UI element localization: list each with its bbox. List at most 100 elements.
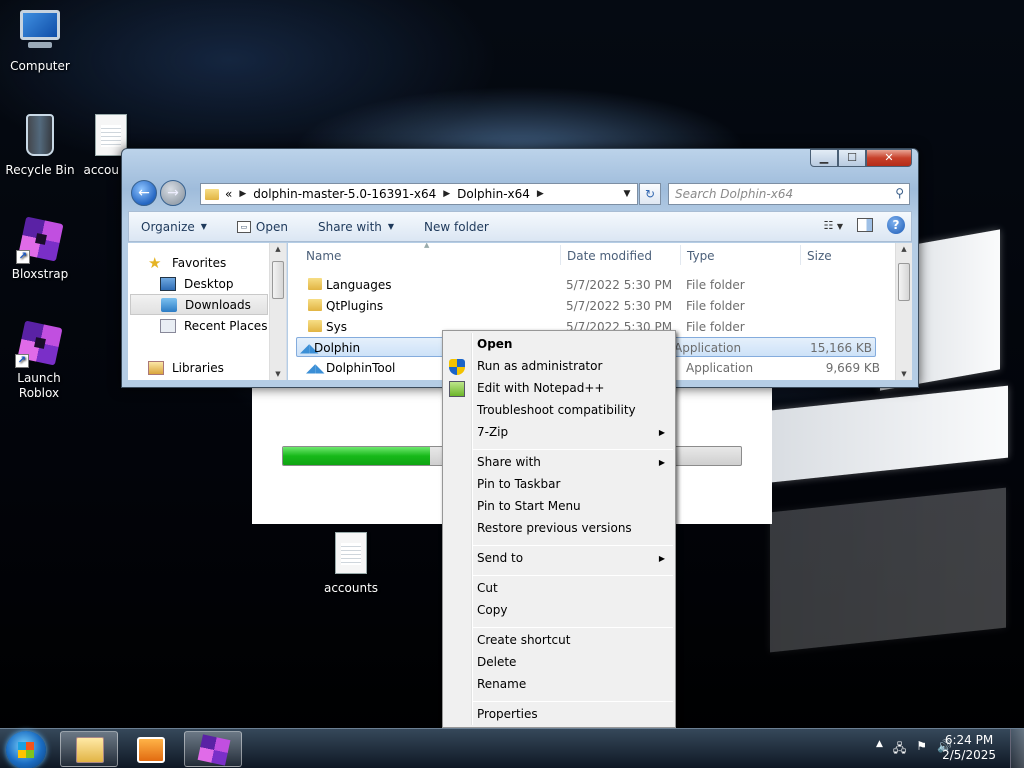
chevron-down-icon: ▼: [387, 222, 395, 231]
file-row[interactable]: QtPlugins 5/7/2022 5:30 PM File folder: [300, 296, 880, 316]
scroll-thumb[interactable]: [272, 261, 284, 299]
menu-copy[interactable]: Copy: [477, 603, 507, 617]
desktop-folder-icon: [160, 276, 176, 291]
menu-pin-start[interactable]: Pin to Start Menu: [477, 499, 581, 513]
window-controls: ▁ ☐ ✕: [810, 149, 912, 167]
column-size[interactable]: Size: [807, 249, 832, 263]
nav-scrollbar[interactable]: ▲ ▼: [269, 243, 286, 380]
desktop-icon-computer[interactable]: Computer: [0, 8, 80, 74]
desktop-icon-accounts[interactable]: accounts: [311, 530, 391, 596]
scroll-down-icon[interactable]: ▼: [896, 370, 912, 378]
maximize-button[interactable]: ☐: [838, 149, 866, 167]
address-overflow[interactable]: «: [225, 187, 232, 201]
new-folder-label: New folder: [424, 219, 489, 234]
menu-edit-notepad[interactable]: Edit with Notepad++: [477, 381, 604, 395]
menu-restore-versions[interactable]: Restore previous versions: [477, 521, 632, 535]
organize-button[interactable]: Organize ▼: [141, 220, 207, 234]
nav-label: Favorites: [172, 255, 227, 270]
back-button[interactable]: ←: [131, 180, 157, 206]
search-input[interactable]: Search Dolphin-x64 ⚲: [668, 183, 910, 205]
details-view-icon: ☷: [823, 218, 834, 232]
chevron-right-icon: ▶: [536, 189, 544, 199]
preview-pane-icon[interactable]: [857, 218, 873, 232]
breadcrumb-segment[interactable]: Dolphin-x64: [457, 187, 530, 201]
minimize-button[interactable]: ▁: [810, 149, 838, 167]
column-name[interactable]: Name: [306, 249, 341, 263]
address-dropdown-icon[interactable]: ▼: [619, 185, 635, 203]
folder-icon: [76, 737, 104, 763]
menu-share-with[interactable]: Share with: [477, 455, 541, 469]
open-label: Open: [255, 219, 288, 234]
clock[interactable]: 6:24 PM 2/5/2025: [942, 733, 996, 763]
search-icon[interactable]: ⚲: [895, 186, 904, 200]
wii-reflection: [770, 487, 1006, 653]
file-row[interactable]: Languages 5/7/2022 5:30 PM File folder: [300, 275, 880, 295]
menu-run-as-admin[interactable]: Run as administrator: [477, 359, 602, 373]
nav-recent-places[interactable]: Recent Places: [160, 315, 268, 336]
desktop-icon-recycle-bin[interactable]: Recycle Bin: [0, 112, 80, 178]
chevron-right-icon: ▶: [443, 189, 451, 199]
menu-7zip[interactable]: 7-Zip: [477, 425, 508, 439]
address-bar[interactable]: « ▶ dolphin-master-5.0-16391-x64 ▶ Dolph…: [200, 183, 638, 205]
action-center-flag-icon[interactable]: ⚑: [916, 739, 927, 760]
network-icon[interactable]: 🖧: [893, 739, 906, 760]
menu-cut[interactable]: Cut: [477, 581, 498, 595]
command-bar: Organize ▼ ▭ Open Share with ▼ New folder ☷…: [128, 211, 912, 242]
menu-send-to[interactable]: Send to: [477, 551, 523, 565]
open-button[interactable]: ▭ Open: [236, 219, 288, 234]
libraries-icon: [148, 360, 164, 375]
menu-troubleshoot[interactable]: Troubleshoot compatibility: [477, 403, 636, 417]
media-player-icon: [137, 737, 165, 763]
chevron-down-icon: ▼: [836, 221, 843, 231]
breadcrumb-segment[interactable]: dolphin-master-5.0-16391-x64: [253, 187, 436, 201]
wii-console-base: [772, 385, 1008, 483]
change-view-button[interactable]: ☷ ▼: [823, 219, 843, 232]
desktop-icon-bloxstrap[interactable]: ↗ Bloxstrap: [0, 216, 80, 282]
scroll-up-icon[interactable]: ▲: [270, 245, 286, 253]
taskbar-explorer[interactable]: [60, 731, 118, 767]
menu-delete[interactable]: Delete: [477, 655, 516, 669]
show-hidden-icons-icon[interactable]: ▲: [876, 739, 883, 760]
taskbar-media-player[interactable]: [121, 731, 179, 767]
scroll-thumb[interactable]: [898, 263, 910, 301]
show-desktop-button[interactable]: [1010, 729, 1024, 768]
new-folder-button[interactable]: New folder: [424, 220, 489, 234]
desktop-icon-launch-roblox[interactable]: ↗ Launch Roblox: [0, 320, 78, 401]
menu-separator: [473, 575, 673, 576]
file-name: QtPlugins: [326, 299, 384, 313]
menu-pin-taskbar[interactable]: Pin to Taskbar: [477, 477, 560, 491]
back-arrow-icon: ←: [138, 185, 150, 201]
file-list-scrollbar[interactable]: ▲ ▼: [895, 243, 912, 380]
taskbar-bloxstrap[interactable]: [184, 731, 242, 767]
menu-properties[interactable]: Properties: [477, 707, 538, 721]
start-button[interactable]: [6, 731, 46, 768]
dolphin-tool-icon: ◢◣: [306, 361, 325, 375]
star-icon: ★: [148, 253, 162, 272]
refresh-button[interactable]: ↻: [639, 183, 661, 205]
menu-rename[interactable]: Rename: [477, 677, 526, 691]
navigation-pane: ★ Favorites Desktop Downloads Recent Plac…: [128, 243, 287, 380]
close-button[interactable]: ✕: [866, 149, 912, 167]
file-type: File folder: [686, 320, 745, 334]
recent-places-icon: [160, 318, 176, 333]
file-name: DolphinTool: [326, 361, 396, 375]
file-name: Languages: [326, 278, 392, 292]
taskbar: ▲ 🖧 ⚑ 🔊 6:24 PM 2/5/2025: [0, 728, 1024, 768]
help-icon[interactable]: ?: [887, 216, 905, 234]
nav-downloads[interactable]: Downloads: [130, 294, 268, 315]
menu-open[interactable]: Open: [477, 337, 512, 351]
nav-libraries[interactable]: Libraries: [148, 357, 268, 378]
column-date-modified[interactable]: Date modified: [567, 249, 652, 263]
bloxstrap-icon: ↗: [16, 216, 64, 264]
menu-create-shortcut[interactable]: Create shortcut: [477, 633, 570, 647]
column-type[interactable]: Type: [687, 249, 715, 263]
recycle-bin-icon: [16, 112, 64, 160]
nav-desktop[interactable]: Desktop: [160, 273, 268, 294]
scroll-up-icon[interactable]: ▲: [896, 245, 912, 253]
nav-favorites[interactable]: ★ Favorites: [148, 252, 268, 273]
folder-icon: [308, 299, 322, 311]
forward-button[interactable]: →: [160, 180, 186, 206]
share-with-button[interactable]: Share with ▼: [318, 220, 394, 234]
desktop-icon-label: Bloxstrap: [11, 267, 69, 281]
scroll-down-icon[interactable]: ▼: [270, 370, 286, 378]
